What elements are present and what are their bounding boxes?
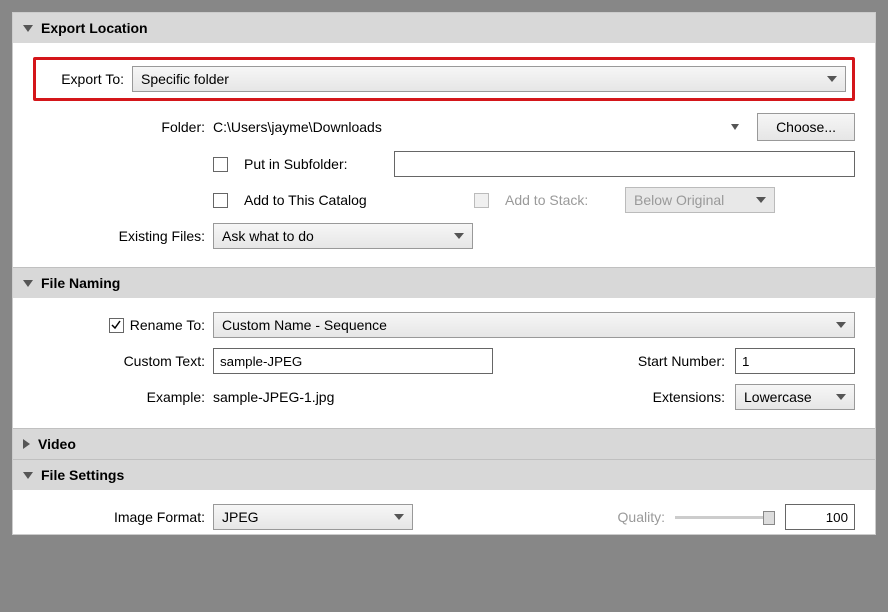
- rename-template-value: Custom Name - Sequence: [222, 317, 387, 333]
- export-to-value: Specific folder: [141, 71, 229, 87]
- section-title: Export Location: [41, 20, 148, 36]
- folder-path-menu-icon[interactable]: [731, 124, 739, 130]
- section-title: Video: [38, 436, 76, 452]
- chevron-down-icon: [394, 514, 404, 520]
- section-header-export-location[interactable]: Export Location: [13, 13, 875, 43]
- existing-files-label: Existing Files:: [33, 228, 213, 244]
- custom-text-label: Custom Text:: [33, 353, 213, 369]
- slider-thumb[interactable]: [763, 511, 775, 525]
- existing-files-value: Ask what to do: [222, 228, 314, 244]
- example-label: Example:: [33, 389, 213, 405]
- disclosure-triangle-icon: [23, 472, 33, 479]
- chevron-down-icon: [756, 197, 766, 203]
- quality-label: Quality:: [618, 509, 665, 525]
- folder-label: Folder:: [33, 119, 213, 135]
- add-to-stack-checkbox: [474, 193, 489, 208]
- quality-slider[interactable]: [675, 516, 775, 519]
- extensions-value: Lowercase: [744, 389, 812, 405]
- subfolder-input[interactable]: [394, 151, 855, 177]
- choose-button[interactable]: Choose...: [757, 113, 855, 141]
- extensions-label: Extensions:: [653, 389, 725, 405]
- section-title: File Settings: [41, 467, 124, 483]
- chevron-down-icon: [836, 322, 846, 328]
- section-header-file-settings[interactable]: File Settings: [13, 459, 875, 490]
- existing-files-select[interactable]: Ask what to do: [213, 223, 473, 249]
- rename-template-select[interactable]: Custom Name - Sequence: [213, 312, 855, 338]
- image-format-select[interactable]: JPEG: [213, 504, 413, 530]
- disclosure-triangle-icon: [23, 280, 33, 287]
- section-header-file-naming[interactable]: File Naming: [13, 267, 875, 298]
- section-title: File Naming: [41, 275, 120, 291]
- example-value: sample-JPEG-1.jpg: [213, 389, 334, 405]
- export-to-select[interactable]: Specific folder: [132, 66, 846, 92]
- disclosure-triangle-icon: [23, 25, 33, 32]
- export-to-label: Export To:: [42, 71, 132, 87]
- extensions-select[interactable]: Lowercase: [735, 384, 855, 410]
- folder-path: C:\Users\jayme\Downloads: [213, 119, 721, 135]
- stack-position-value: Below Original: [634, 192, 724, 208]
- rename-to-label: Rename To:: [130, 317, 205, 333]
- add-to-stack-label: Add to Stack:: [505, 192, 615, 208]
- chevron-down-icon: [827, 76, 837, 82]
- put-in-subfolder-label: Put in Subfolder:: [244, 156, 384, 172]
- section-body-file-settings: Image Format: JPEG Quality:: [13, 490, 875, 534]
- quality-input[interactable]: [785, 504, 855, 530]
- section-body-file-naming: Rename To: Custom Name - Sequence Custom…: [13, 298, 875, 428]
- start-number-label: Start Number:: [638, 353, 725, 369]
- section-header-video[interactable]: Video: [13, 428, 875, 459]
- section-body-export-location: Export To: Specific folder Folder: C:\Us…: [13, 43, 875, 267]
- chevron-down-icon: [454, 233, 464, 239]
- custom-text-input[interactable]: [213, 348, 493, 374]
- disclosure-triangle-icon: [23, 439, 30, 449]
- put-in-subfolder-checkbox[interactable]: [213, 157, 228, 172]
- chevron-down-icon: [836, 394, 846, 400]
- highlight-export-to: Export To: Specific folder: [33, 57, 855, 101]
- stack-position-select: Below Original: [625, 187, 775, 213]
- add-to-catalog-label: Add to This Catalog: [244, 192, 464, 208]
- checkmark-icon: [111, 320, 121, 330]
- image-format-value: JPEG: [222, 509, 259, 525]
- image-format-label: Image Format:: [33, 509, 213, 525]
- rename-to-checkbox[interactable]: [109, 318, 124, 333]
- start-number-input[interactable]: [735, 348, 855, 374]
- add-to-catalog-checkbox[interactable]: [213, 193, 228, 208]
